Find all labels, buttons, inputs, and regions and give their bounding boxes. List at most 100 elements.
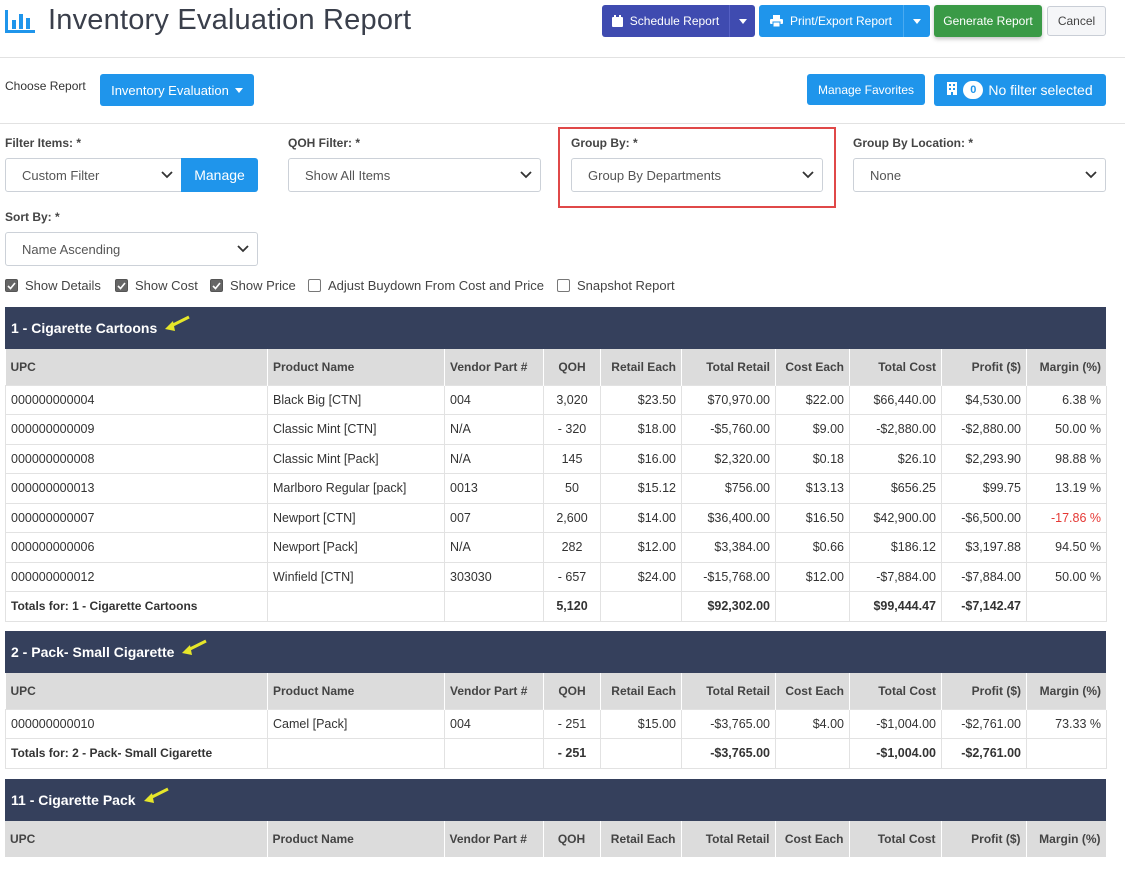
table-row: 000000000007 Newport [CTN] 007 2,600 $14.00 $… bbox=[5, 502, 1107, 533]
table-cell: $4.00 bbox=[775, 708, 850, 739]
show-price-label: Show Price bbox=[230, 278, 296, 293]
totals-cell: $99,444.47 bbox=[849, 591, 942, 622]
table-header-row: UPC Product Name Vendor Part # QOH Retail Ea… bbox=[5, 673, 1107, 709]
qoh-filter-label: QOH Filter: * bbox=[288, 136, 361, 150]
column-header: Total Retail bbox=[681, 673, 776, 709]
table-cell: 50.00 % bbox=[1026, 561, 1107, 592]
table-cell: $656.25 bbox=[849, 473, 942, 504]
table-cell: Camel [Pack] bbox=[267, 708, 445, 739]
table-row: 000000000006 Newport [Pack] N/A 282 $12.00 $3… bbox=[5, 532, 1107, 563]
table-cell: 3,020 bbox=[543, 384, 601, 415]
table-cell: Winfield [CTN] bbox=[267, 561, 445, 592]
totals-cell bbox=[1026, 591, 1107, 622]
column-header: Total Retail bbox=[681, 821, 776, 857]
chevron-down-icon bbox=[1085, 171, 1097, 179]
show-details-label: Show Details bbox=[25, 278, 101, 293]
snapshot-report-checkbox[interactable]: Snapshot Report bbox=[557, 278, 675, 293]
table-cell: 000000000009 bbox=[5, 414, 268, 445]
group-by-select[interactable]: Group By Departments bbox=[571, 158, 823, 192]
column-header: Total Cost bbox=[849, 821, 942, 857]
table-cell: $13.13 bbox=[775, 473, 850, 504]
group-by-location-label: Group By Location: * bbox=[853, 136, 973, 150]
column-header: Product Name bbox=[267, 349, 445, 385]
table-cell: $22.00 bbox=[775, 384, 850, 415]
group-by-location-value: None bbox=[870, 167, 902, 183]
table-cell: Classic Mint [CTN] bbox=[267, 414, 445, 445]
table-cell: 000000000007 bbox=[5, 502, 268, 533]
checkbox-checked-icon bbox=[115, 279, 128, 292]
table-cell: 004 bbox=[444, 708, 544, 739]
schedule-report-button[interactable]: Schedule Report bbox=[602, 5, 729, 37]
calendar-icon bbox=[611, 15, 623, 27]
totals-cell bbox=[600, 738, 682, 769]
table-cell: $3,384.00 bbox=[681, 532, 776, 563]
table-cell: -$7,884.00 bbox=[849, 561, 942, 592]
sort-by-value: Name Ascending bbox=[22, 241, 121, 257]
annotation-arrow-icon bbox=[182, 639, 208, 655]
table-cell: 50 bbox=[543, 473, 601, 504]
department-section: 2 - Pack- Small Cigarette UPC Product Nam… bbox=[5, 631, 1107, 769]
caret-down-icon bbox=[738, 18, 747, 24]
totals-cell bbox=[775, 591, 850, 622]
schedule-report-label: Schedule Report bbox=[629, 14, 720, 28]
table-cell: $0.18 bbox=[775, 443, 850, 474]
totals-cell: Totals for: 2 - Pack- Small Cigarette bbox=[5, 738, 268, 769]
show-cost-checkbox[interactable]: Show Cost bbox=[115, 278, 198, 293]
caret-down-icon bbox=[913, 18, 921, 24]
column-header: UPC bbox=[5, 821, 268, 857]
table-cell: -$5,760.00 bbox=[681, 414, 776, 445]
column-header: Cost Each bbox=[775, 821, 850, 857]
table-cell: -$6,500.00 bbox=[941, 502, 1027, 533]
show-details-checkbox[interactable]: Show Details bbox=[5, 278, 101, 293]
table-cell: 282 bbox=[543, 532, 601, 563]
table-cell: $2,320.00 bbox=[681, 443, 776, 474]
table-cell: $756.00 bbox=[681, 473, 776, 504]
column-header: Vendor Part # bbox=[444, 673, 544, 709]
show-price-checkbox[interactable]: Show Price bbox=[210, 278, 296, 293]
column-header: Cost Each bbox=[775, 349, 850, 385]
table-cell: $70,970.00 bbox=[681, 384, 776, 415]
filter-count-badge: 0 bbox=[963, 81, 984, 99]
table-cell: Black Big [CTN] bbox=[267, 384, 445, 415]
print-dropdown-toggle[interactable] bbox=[903, 5, 930, 37]
filter-items-select[interactable]: Custom Filter bbox=[5, 158, 182, 192]
section-title: 11 - Cigarette Pack bbox=[11, 792, 136, 808]
choose-report-label: Choose Report bbox=[5, 79, 86, 93]
column-header: Total Retail bbox=[681, 349, 776, 385]
column-header: QOH bbox=[543, 821, 601, 857]
sort-by-select[interactable]: Name Ascending bbox=[5, 232, 258, 266]
print-export-button[interactable]: Print/Export Report bbox=[759, 5, 903, 37]
qoh-filter-select[interactable]: Show All Items bbox=[288, 158, 541, 192]
table-cell: $15.12 bbox=[600, 473, 682, 504]
totals-cell: $92,302.00 bbox=[681, 591, 776, 622]
adjust-buydown-checkbox[interactable]: Adjust Buydown From Cost and Price bbox=[308, 278, 544, 293]
inventory-table: UPC Product Name Vendor Part # QOH Retail Ea… bbox=[5, 673, 1107, 769]
table-cell: - 657 bbox=[543, 561, 601, 592]
table-row: 000000000012 Winfield [CTN] 303030- 657 $24… bbox=[5, 561, 1107, 592]
column-header: Profit ($) bbox=[941, 673, 1027, 709]
generate-report-button[interactable]: Generate Report bbox=[934, 5, 1042, 37]
report-type-dropdown[interactable]: Inventory Evaluation bbox=[100, 74, 254, 106]
table-cell: $99.75 bbox=[941, 473, 1027, 504]
manage-favorites-button[interactable]: Manage Favorites bbox=[807, 74, 925, 105]
group-by-location-select[interactable]: None bbox=[853, 158, 1106, 192]
column-header: UPC bbox=[5, 349, 268, 385]
column-header: Retail Each bbox=[600, 349, 682, 385]
column-header: Margin (%) bbox=[1026, 673, 1107, 709]
checkbox-unchecked-icon bbox=[308, 279, 321, 292]
cancel-button[interactable]: Cancel bbox=[1047, 6, 1106, 36]
print-export-label: Print/Export Report bbox=[789, 14, 893, 28]
totals-cell bbox=[267, 591, 445, 622]
filter-selection-button[interactable]: 0 No filter selected bbox=[934, 74, 1106, 106]
table-cell: -$2,880.00 bbox=[941, 414, 1027, 445]
table-cell: 2,600 bbox=[543, 502, 601, 533]
manage-filter-button[interactable]: Manage bbox=[181, 158, 258, 192]
column-header: Product Name bbox=[267, 673, 445, 709]
group-by-label: Group By: * bbox=[571, 136, 638, 150]
schedule-dropdown-toggle[interactable] bbox=[729, 5, 755, 37]
table-cell: Classic Mint [Pack] bbox=[267, 443, 445, 474]
totals-cell bbox=[444, 738, 544, 769]
page-title: Inventory Evaluation Report bbox=[48, 4, 412, 36]
filter-building-icon bbox=[947, 82, 958, 98]
inventory-table: UPC Product Name Vendor Part # QOH Retail Ea… bbox=[5, 349, 1107, 622]
